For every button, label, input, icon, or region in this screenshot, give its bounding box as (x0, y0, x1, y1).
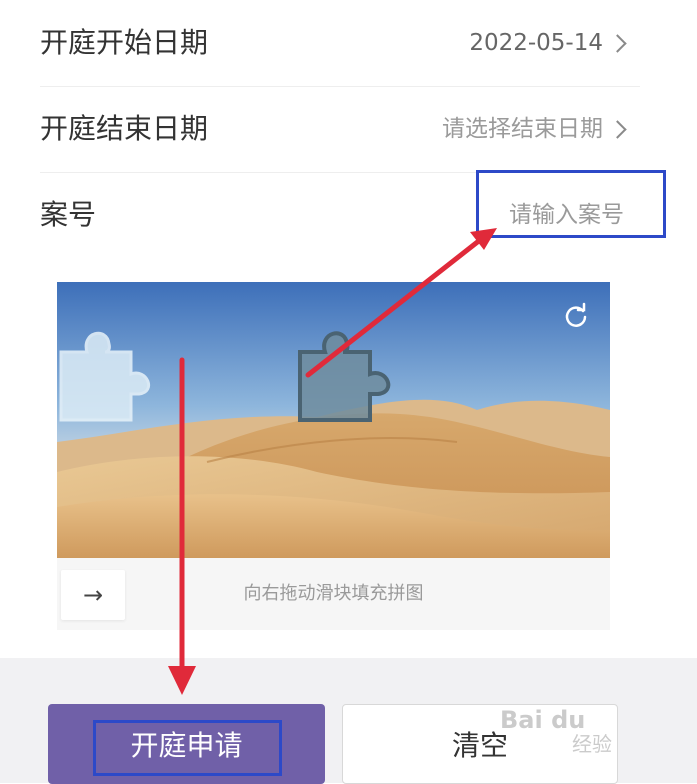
bottom-action-bar: 开庭申请 清空 (0, 658, 697, 784)
start-date-label: 开庭开始日期 (40, 26, 209, 59)
slider-track: 向右拖动滑块填充拼图 → (57, 558, 610, 630)
captcha-image (57, 282, 610, 558)
chevron-right-icon (608, 119, 627, 139)
arrow-right-icon: → (82, 581, 104, 609)
start-date-value[interactable]: 2022-05-14 (469, 0, 627, 86)
slider-handle[interactable]: → (61, 570, 125, 620)
end-date-row[interactable]: 开庭结束日期 请选择结束日期 (16, 86, 640, 172)
refresh-icon[interactable] (562, 302, 590, 330)
submit-label: 开庭申请 (130, 729, 243, 762)
case-number-input[interactable]: 请输入案号 (509, 172, 624, 258)
slider-captcha: 向右拖动滑块填充拼图 → (57, 282, 610, 630)
case-number-label: 案号 (40, 198, 97, 231)
end-date-picker[interactable]: 请选择结束日期 (442, 86, 627, 172)
case-number-row: 案号 请输入案号 (16, 172, 640, 258)
chevron-right-icon (608, 33, 627, 53)
start-date-row[interactable]: 开庭开始日期 2022-05-14 (16, 0, 640, 86)
clear-label: 清空 (451, 729, 508, 762)
slider-hint: 向右拖动滑块填充拼图 (243, 583, 424, 604)
submit-hearing-button[interactable]: 开庭申请 (48, 704, 325, 784)
clear-button[interactable]: 清空 (342, 704, 618, 784)
end-date-label: 开庭结束日期 (40, 112, 209, 145)
desert-puzzle-image (57, 282, 610, 558)
